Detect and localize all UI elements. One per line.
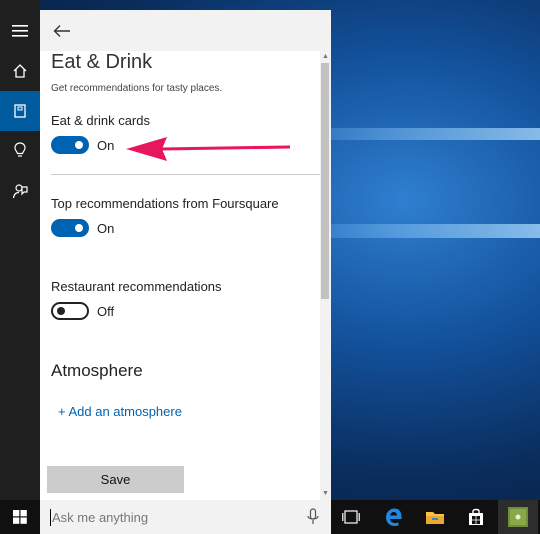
scroll-thumb[interactable] bbox=[321, 63, 329, 299]
feedback-button[interactable] bbox=[0, 171, 40, 211]
save-button[interactable]: Save bbox=[47, 466, 184, 493]
restaurant-recommendations-state: Off bbox=[97, 304, 115, 319]
toggle-knob bbox=[57, 307, 65, 315]
page-subtitle: Get recommendations for tasty places. bbox=[51, 83, 223, 94]
scroll-down-arrow-icon[interactable]: ▼ bbox=[320, 490, 331, 498]
store-icon bbox=[469, 508, 483, 525]
store-button[interactable] bbox=[456, 500, 496, 534]
home-button[interactable] bbox=[0, 51, 40, 91]
annotation-arrow-icon bbox=[126, 137, 291, 161]
edge-browser-button[interactable] bbox=[374, 500, 414, 534]
page-title: Eat & Drink bbox=[51, 51, 153, 73]
notebook-button[interactable] bbox=[0, 91, 40, 131]
toggle-knob bbox=[75, 141, 83, 149]
feedback-icon bbox=[12, 184, 28, 199]
section-divider bbox=[51, 174, 321, 175]
lightbulb-icon bbox=[14, 142, 26, 157]
cortana-side-rail bbox=[0, 0, 40, 500]
pinned-app-button[interactable] bbox=[498, 500, 538, 534]
file-explorer-icon bbox=[426, 512, 444, 524]
app-icon bbox=[508, 507, 528, 527]
foursquare-recommendations-toggle[interactable] bbox=[51, 219, 89, 237]
reminders-button[interactable] bbox=[0, 131, 40, 171]
cortana-search-box[interactable]: Ask me anything bbox=[40, 500, 331, 534]
restaurant-recommendations-label: Restaurant recommendations bbox=[51, 279, 222, 294]
back-button[interactable] bbox=[50, 19, 74, 43]
back-arrow-icon bbox=[53, 25, 70, 37]
wallpaper-light-beam bbox=[331, 224, 540, 238]
scroll-up-arrow-icon[interactable]: ▲ bbox=[320, 53, 331, 61]
windows-logo-icon bbox=[13, 510, 27, 524]
add-atmosphere-link[interactable]: + Add an atmosphere bbox=[58, 404, 182, 419]
wallpaper-light-beam bbox=[331, 128, 540, 140]
microphone-icon[interactable] bbox=[306, 508, 320, 526]
toggle-knob bbox=[75, 224, 83, 232]
atmosphere-heading: Atmosphere bbox=[51, 361, 143, 380]
taskbar: Ask me anything bbox=[0, 500, 540, 534]
home-icon bbox=[13, 64, 27, 78]
search-placeholder: Ask me anything bbox=[52, 510, 149, 525]
eat-drink-settings-panel: Eat & Drink Get recommendations for tast… bbox=[40, 10, 331, 500]
edge-icon bbox=[386, 508, 402, 527]
eat-drink-cards-label: Eat & drink cards bbox=[51, 113, 150, 128]
hamburger-menu-button[interactable] bbox=[0, 11, 40, 51]
foursquare-recommendations-state: On bbox=[97, 221, 115, 236]
foursquare-recommendations-label: Top recommendations from Foursquare bbox=[51, 196, 279, 211]
notebook-icon bbox=[14, 104, 26, 118]
task-view-icon bbox=[342, 510, 360, 524]
file-explorer-button[interactable] bbox=[415, 500, 455, 534]
restaurant-recommendations-toggle[interactable] bbox=[51, 302, 89, 320]
task-view-button[interactable] bbox=[331, 500, 371, 534]
eat-drink-cards-toggle[interactable] bbox=[51, 136, 89, 154]
text-caret bbox=[50, 509, 51, 526]
start-button[interactable] bbox=[0, 500, 40, 534]
panel-header bbox=[40, 10, 331, 51]
eat-drink-cards-state: On bbox=[97, 138, 115, 153]
panel-scrollbar[interactable]: ▲ ▼ bbox=[320, 51, 331, 500]
hamburger-menu-icon bbox=[12, 25, 28, 37]
